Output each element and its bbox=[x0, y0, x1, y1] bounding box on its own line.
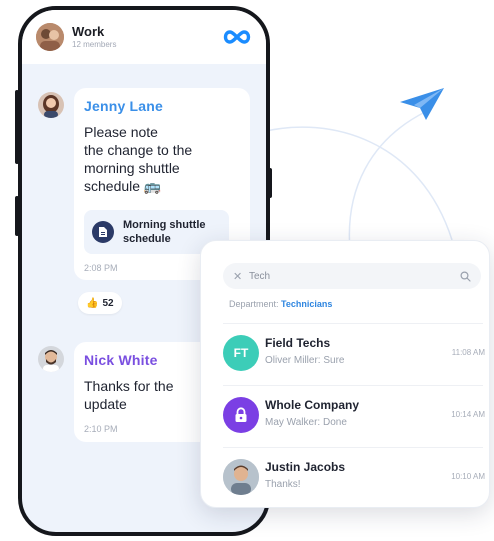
document-icon bbox=[92, 221, 114, 243]
divider bbox=[223, 323, 483, 324]
chat-title: Work bbox=[72, 24, 105, 39]
message-sender[interactable]: Nick White bbox=[84, 352, 174, 368]
chat-header[interactable]: Work 12 members bbox=[22, 10, 266, 64]
result-name: Field Techs bbox=[265, 336, 331, 350]
reaction-count: 52 bbox=[102, 297, 114, 309]
message-text: Thanks for the update bbox=[84, 378, 174, 412]
avatar-jenny-lane[interactable] bbox=[38, 92, 64, 118]
result-time: 10:14 AM bbox=[451, 410, 485, 419]
search-icon[interactable] bbox=[460, 270, 471, 282]
attachment-label: Morning shuttle schedule bbox=[123, 219, 206, 245]
result-preview: Oliver Miller: Sure bbox=[265, 355, 345, 366]
avatar-field-techs: FT bbox=[223, 335, 259, 371]
avatar-justin-jacobs bbox=[223, 459, 259, 495]
result-name: Justin Jacobs bbox=[265, 460, 346, 474]
result-row-field-techs[interactable]: FT Field Techs Oliver Miller: Sure 11:08… bbox=[223, 329, 485, 379]
reaction-badge[interactable]: 👍 52 bbox=[78, 292, 122, 314]
divider bbox=[223, 385, 483, 386]
chat-subtitle: 12 members bbox=[72, 40, 117, 49]
paper-plane-icon bbox=[400, 88, 444, 120]
result-row-justin-jacobs[interactable]: Justin Jacobs Thanks! 10:10 AM bbox=[223, 453, 485, 503]
department-value: Technicians bbox=[281, 299, 333, 309]
group-avatar[interactable] bbox=[36, 23, 64, 51]
result-preview: May Walker: Done bbox=[265, 417, 347, 428]
message-sender[interactable]: Jenny Lane bbox=[84, 98, 192, 114]
infinity-logo-icon bbox=[223, 30, 251, 44]
result-time: 10:10 AM bbox=[451, 472, 485, 481]
search-results-card: ✕ Tech Department: Technicians FT Field … bbox=[200, 240, 490, 508]
avatar-whole-company bbox=[223, 397, 259, 433]
result-row-whole-company[interactable]: Whole Company May Walker: Done 10:14 AM bbox=[223, 391, 485, 441]
avatar-nick-white[interactable] bbox=[38, 346, 64, 372]
department-filter[interactable]: Department: Technicians bbox=[229, 299, 332, 309]
thumbs-up-icon: 👍 bbox=[86, 297, 99, 309]
message-time: 2:08 PM bbox=[84, 263, 118, 273]
lock-icon bbox=[235, 407, 247, 422]
result-name: Whole Company bbox=[265, 398, 360, 412]
divider bbox=[223, 447, 483, 448]
search-input[interactable]: ✕ Tech bbox=[223, 263, 481, 289]
chat-header-text: Work 12 members bbox=[72, 24, 222, 50]
message-time: 2:10 PM bbox=[84, 424, 118, 434]
result-preview: Thanks! bbox=[265, 479, 301, 490]
search-query[interactable]: Tech bbox=[249, 271, 460, 282]
result-time: 11:08 AM bbox=[451, 348, 485, 357]
close-icon[interactable]: ✕ bbox=[233, 270, 247, 283]
message-text: Please note the change to the morning sh… bbox=[84, 124, 193, 194]
